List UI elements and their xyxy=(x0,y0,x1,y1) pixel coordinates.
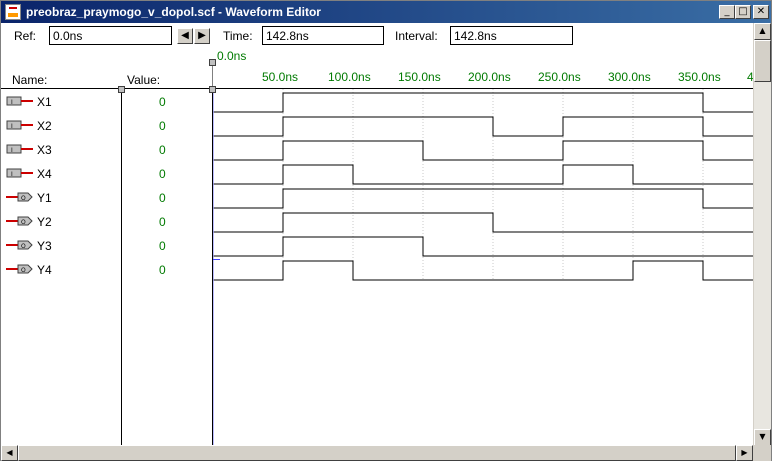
reference-marker-handle[interactable] xyxy=(209,59,216,66)
time-tick-label: 300.0ns xyxy=(608,70,651,84)
waveform-x1[interactable] xyxy=(213,92,753,113)
signal-value: 0 xyxy=(159,263,166,277)
svg-text:I: I xyxy=(11,147,13,154)
time-tick-label: 100.0ns xyxy=(328,70,371,84)
input-pin-icon: I xyxy=(6,95,34,107)
interval-label: Interval: xyxy=(395,29,438,43)
horizontal-scrollbar[interactable]: ◀ ▶ xyxy=(1,445,753,461)
column-header: Name: Value: 0.0ns 50.0ns 100.0ns 150.0n… xyxy=(1,49,754,89)
scroll-left-button[interactable]: ◀ xyxy=(1,445,18,461)
time-field: 142.8ns xyxy=(262,26,384,45)
reference-stem xyxy=(212,66,213,86)
scroll-down-button[interactable]: ▼ xyxy=(754,429,771,446)
ref-navigation: ◀ ▶ xyxy=(177,28,211,44)
input-pin-icon: I xyxy=(6,143,34,155)
svg-text:I: I xyxy=(11,123,13,130)
svg-text:I: I xyxy=(11,171,13,178)
vertical-scroll-thumb[interactable] xyxy=(754,40,771,82)
reference-marker-label: 0.0ns xyxy=(217,49,247,63)
signal-value: 0 xyxy=(159,215,166,229)
time-tick-label: 150.0ns xyxy=(398,70,441,84)
waveform-y1[interactable] xyxy=(213,188,753,209)
signal-name: Y2 xyxy=(37,215,52,229)
signal-name: X2 xyxy=(37,119,52,133)
output-pin-icon: O xyxy=(6,215,34,227)
horizontal-scroll-thumb[interactable] xyxy=(18,445,736,461)
time-tick-label: 200.0ns xyxy=(468,70,511,84)
signal-value: 0 xyxy=(159,239,166,253)
waveform-area[interactable] xyxy=(213,89,753,445)
maximize-button[interactable]: □ xyxy=(735,5,751,19)
svg-text:O: O xyxy=(21,267,26,274)
input-pin-icon: I xyxy=(6,119,34,131)
interval-field: 142.8ns xyxy=(450,26,573,45)
waveform-column-handle[interactable] xyxy=(209,86,216,93)
waveform-y4[interactable] xyxy=(213,260,753,281)
signal-value: 0 xyxy=(159,119,166,133)
output-pin-icon: O xyxy=(6,263,34,275)
signal-value: 0 xyxy=(159,95,166,109)
output-pin-icon: O xyxy=(6,239,34,251)
name-column-header: Name: xyxy=(12,73,48,87)
signal-name: Y4 xyxy=(37,263,52,277)
svg-text:O: O xyxy=(21,195,26,202)
signal-value: 0 xyxy=(159,143,166,157)
signal-name: X3 xyxy=(37,143,52,157)
previous-transition-button[interactable]: ◀ xyxy=(177,28,193,44)
input-pin-icon: I xyxy=(6,167,34,179)
next-transition-button[interactable]: ▶ xyxy=(194,28,210,44)
svg-text:O: O xyxy=(21,219,26,226)
waveform-y2[interactable] xyxy=(213,212,753,233)
signal-name: X4 xyxy=(37,167,52,181)
scroll-right-button[interactable]: ▶ xyxy=(736,445,753,461)
time-tick-label: 250.0ns xyxy=(538,70,581,84)
output-pin-icon: O xyxy=(6,191,34,203)
value-column-handle[interactable] xyxy=(118,86,125,93)
vertical-scrollbar[interactable]: ▲ ▼ xyxy=(753,23,771,446)
signal-name: Y3 xyxy=(37,239,52,253)
minimize-button[interactable]: _ xyxy=(719,5,735,19)
waveform-x4[interactable] xyxy=(213,164,753,185)
waveform-app-icon[interactable] xyxy=(5,4,21,20)
ref-field[interactable]: 0.0ns xyxy=(49,26,172,45)
scrollbar-corner xyxy=(753,445,771,461)
signal-value: 0 xyxy=(159,191,166,205)
time-tick-label: 50.0ns xyxy=(262,70,299,84)
value-column-divider[interactable] xyxy=(121,89,122,445)
waveform-x2[interactable] xyxy=(213,116,753,137)
signal-name: X1 xyxy=(37,95,52,109)
reference-cursor-line xyxy=(213,89,214,445)
waveform-editor-window: preobraz_praymogo_v_dopol.scf - Waveform… xyxy=(0,0,772,461)
svg-text:O: O xyxy=(21,243,26,250)
signal-value: 0 xyxy=(159,167,166,181)
ref-label: Ref: xyxy=(14,29,37,43)
waveform-column-divider[interactable] xyxy=(212,89,213,445)
value-column-header: Value: xyxy=(127,73,161,87)
signal-name: Y1 xyxy=(37,191,52,205)
close-button[interactable]: ✕ xyxy=(753,5,769,19)
scroll-up-button[interactable]: ▲ xyxy=(754,23,771,40)
time-field-bar: Ref: 0.0ns ◀ ▶ Time: 142.8ns Interval: 1… xyxy=(1,23,753,49)
svg-text:I: I xyxy=(11,99,13,106)
window-title: preobraz_praymogo_v_dopol.scf - Waveform… xyxy=(26,5,321,19)
time-tick-label: 350.0ns xyxy=(678,70,721,84)
title-bar[interactable]: preobraz_praymogo_v_dopol.scf - Waveform… xyxy=(1,1,771,23)
reference-cursor-tick xyxy=(213,259,220,260)
waveform-y3[interactable] xyxy=(213,236,753,257)
time-label: Time: xyxy=(223,29,253,43)
waveform-x3[interactable] xyxy=(213,140,753,161)
